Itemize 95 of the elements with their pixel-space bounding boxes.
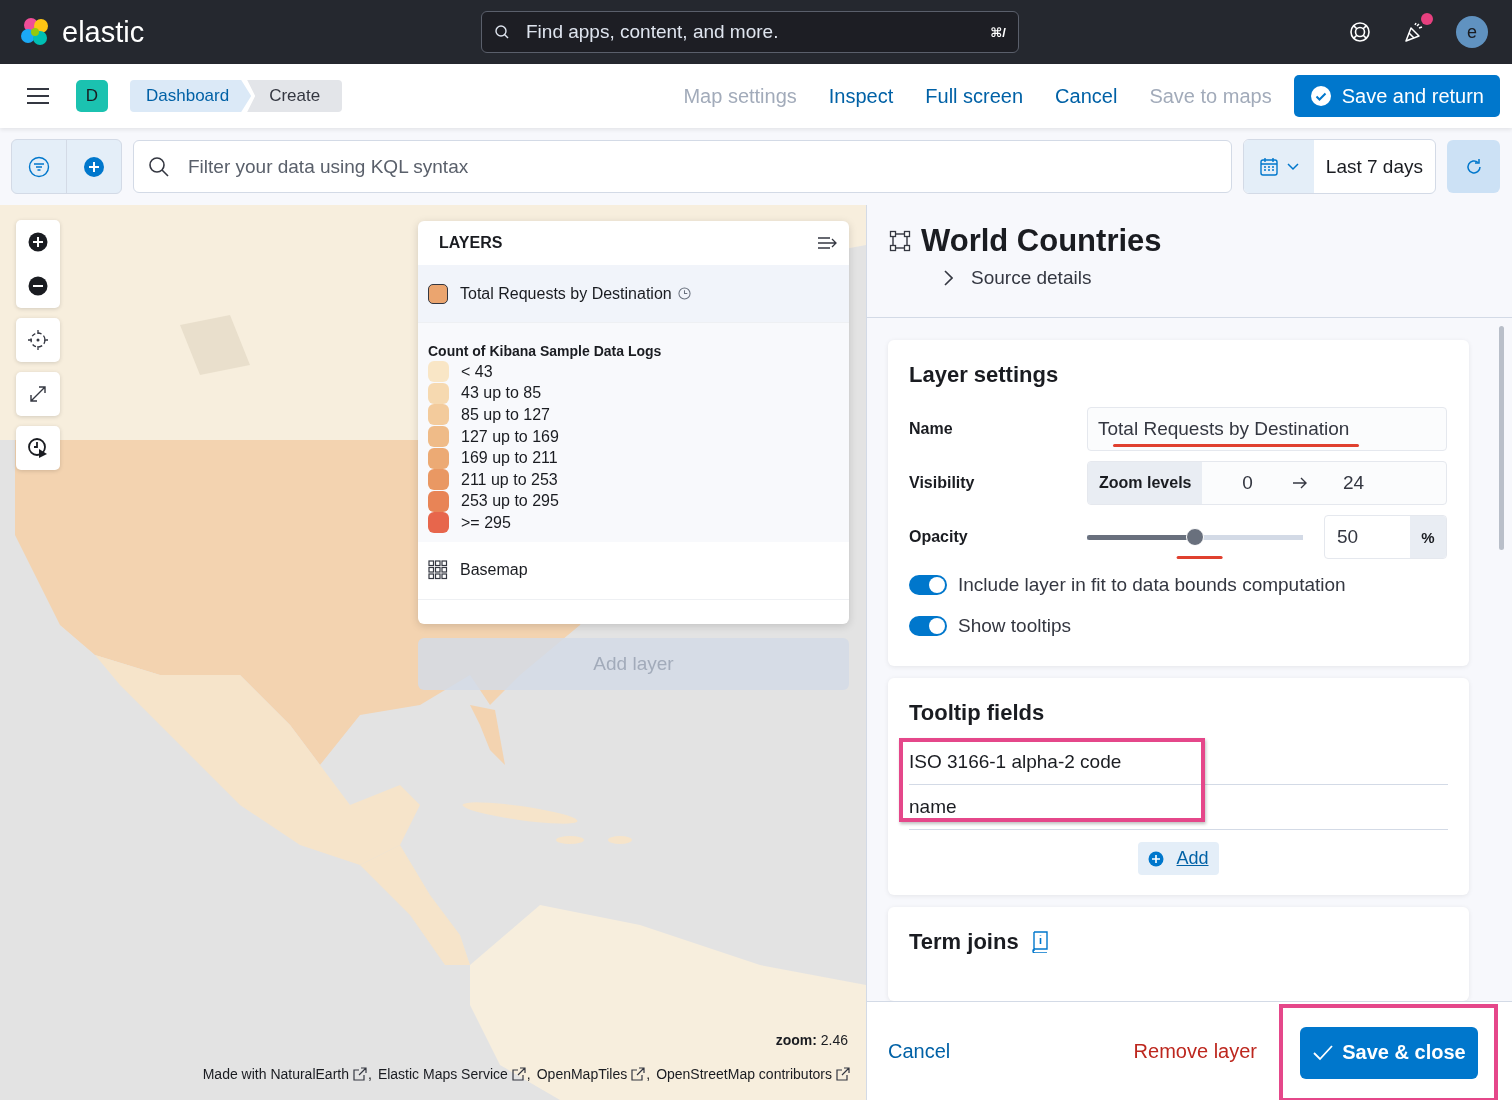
plus-icon [28,232,48,252]
space-avatar[interactable]: D [76,80,108,112]
separator: , [646,1066,651,1082]
search-icon [494,24,510,40]
attribution-link[interactable]: OpenStreetMap contributors [656,1066,832,1082]
min-zoom-value[interactable]: 0 [1202,472,1293,494]
user-avatar[interactable]: e [1456,16,1488,48]
locate-button[interactable] [16,318,60,362]
plus-circle-icon [1148,850,1165,867]
layer-row[interactable]: Total Requests by Destination [418,265,849,323]
external-link-icon [631,1067,646,1081]
save-and-return-button[interactable]: Save and return [1293,75,1500,117]
layer-name-field[interactable]: Total Requests by Destination [1087,407,1447,451]
field-prepend: Zoom levels [1088,462,1203,504]
external-link-icon [353,1067,367,1081]
help-icon[interactable] [1348,20,1372,44]
attribution-link[interactable]: Made with NaturalEarth [202,1066,349,1082]
filter-icon [28,155,50,178]
clock-icon [677,287,691,300]
toggle-switch[interactable] [909,574,947,595]
caret-icon [1286,162,1299,171]
legend-label: 85 up to 127 [461,406,550,424]
field-label: Visibility [909,474,976,492]
attribution-link[interactable]: OpenMapTiles [536,1066,628,1082]
arrow-right-icon [1292,477,1309,489]
field-label: Name [909,420,954,438]
timeslider-button[interactable] [16,426,60,470]
card-title: Term joins [909,929,1019,955]
zoom-readout: zoom: 2.46 [775,1032,848,1048]
zoom-range-field[interactable]: Zoom levels 0 24 [1087,461,1447,505]
legend-label: 127 up to 169 [461,427,559,446]
collapse-icon[interactable] [817,235,837,251]
remove-layer-button[interactable]: Remove layer [1133,1039,1257,1063]
add-field-button[interactable]: Add [1138,842,1219,875]
plus-circle-icon [83,155,105,178]
check-icon [1312,1043,1335,1062]
query-bar[interactable]: Filter your data using KQL syntax [133,140,1232,193]
annotation-underline [1176,556,1223,559]
polygon-icon [889,230,911,252]
toggle-switch[interactable] [909,615,947,636]
card-title: Layer settings [909,362,1060,388]
legend-label: 43 up to 85 [461,384,542,403]
breadcrumb[interactable]: Create [247,80,343,112]
expand-icon [28,384,48,404]
check-circle-icon [1309,85,1332,107]
switch-label: Include layer in fit to data bounds computation [958,573,1346,596]
tooltip-field[interactable]: name [909,796,957,818]
switch-label: Show tooltips [958,614,1071,637]
layer-name: Total Requests by Destination [460,284,672,303]
field-label: Opacity [909,528,969,546]
layer-row[interactable]: Basemap [418,541,849,600]
max-zoom-value[interactable]: 24 [1308,472,1399,494]
search-bar[interactable]: Find apps, content, and more. ⌘/ [481,11,1019,53]
separator: , [368,1066,372,1082]
legend-title: Count of Kibana Sample Data Logs [428,343,663,359]
minus-icon [28,276,48,296]
legend-label: < 43 [461,362,493,381]
slider-thumb[interactable] [1186,528,1204,546]
save-and-close-button[interactable]: Save & close [1300,1026,1478,1079]
fit-bounds-button[interactable] [16,372,60,416]
separator: , [526,1066,531,1082]
layer-title: World Countries [921,223,1162,259]
legend-label: >= 295 [461,513,511,532]
search-icon [148,155,170,178]
source-details-toggle[interactable]: Source details [943,267,1092,289]
attribution-link[interactable]: Elastic Maps Service [377,1066,508,1082]
external-link-icon [836,1067,850,1081]
shortcut-hint: ⌘/ [990,24,1006,40]
grid-icon [428,560,448,581]
field-append: % [1410,516,1446,558]
external-link-icon [511,1067,526,1081]
breadcrumb[interactable]: Dashboard [130,80,252,112]
header-link[interactable]: Full screen [925,84,1024,108]
search-field[interactable]: Find apps, content, and more. [524,20,977,44]
clock-play-icon [27,437,49,459]
panel-title: LAYERS [439,234,503,252]
crosshair-icon [28,330,48,350]
legend-label: 211 up to 253 [461,470,558,489]
layer-name: Basemap [460,561,528,580]
book-icon[interactable] [1030,931,1049,953]
tooltip-field[interactable]: ISO 3166-1 alpha-2 code [909,751,1122,773]
scrollbar[interactable] [1499,326,1504,550]
logo-text: elastic [62,15,145,49]
card-title: Tooltip fields [909,700,1046,726]
header-link[interactable]: Inspect [828,84,894,108]
legend-label: 169 up to 211 [461,449,558,468]
cancel-button[interactable]: Cancel [888,1039,951,1063]
chevron-right-icon [943,270,953,286]
opacity-field[interactable]: 50 % [1324,515,1447,559]
legend-label: 253 up to 295 [461,492,559,511]
opacity-value: 50 [1336,525,1360,549]
date-quick-menu-button[interactable] [1243,140,1314,193]
menu-icon[interactable] [26,86,50,106]
calendar-icon [1258,156,1279,177]
header-link[interactable]: Cancel [1055,84,1118,108]
